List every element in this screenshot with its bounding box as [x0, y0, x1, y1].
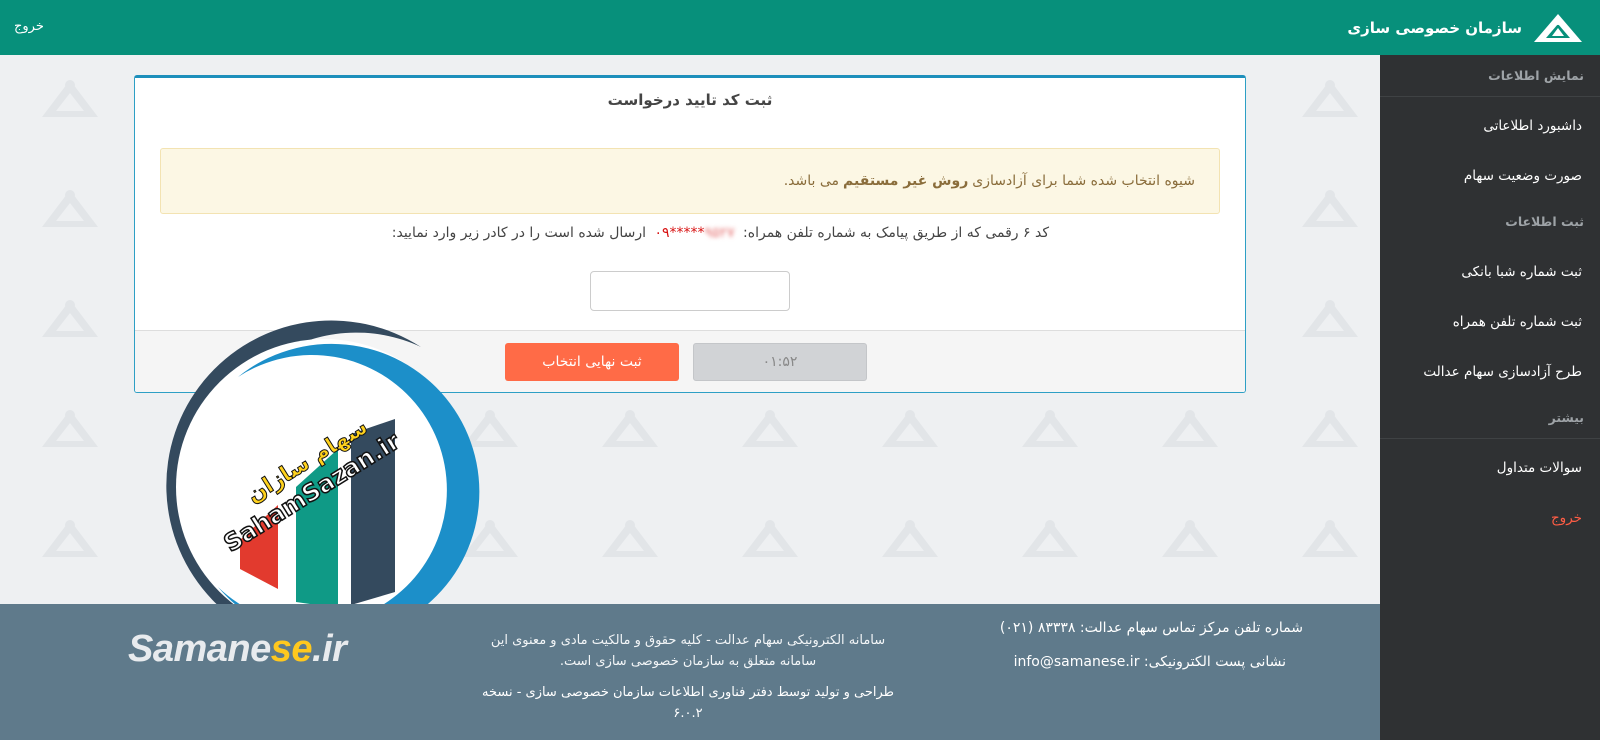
sms-instruction: کد ۶ رقمی که از طریق پیامک به شماره تلفن… — [392, 225, 1049, 241]
samanese-logo: Samanese.ir — [128, 628, 347, 670]
sidebar-item-sheba[interactable]: ثبت شماره شبا بانکی — [1380, 247, 1600, 297]
sidebar-item-logout[interactable]: خروج — [1380, 493, 1600, 543]
sahamsazan-watermark-logo: سهام سازان SahamSazan.ir — [166, 320, 480, 604]
footer-contact-phone: شماره تلفن مرکز تماس سهام عدالت: ۸۳۳۳۸ (… — [999, 620, 1303, 636]
verification-code-input[interactable] — [590, 271, 790, 311]
sidebar-item-portfolio[interactable]: صورت وضعیت سهام — [1380, 151, 1600, 201]
top-header: سازمان خصوصی سازی خروج — [0, 0, 1600, 55]
sidebar-item-phone[interactable]: ثبت شماره تلفن همراه — [1380, 297, 1600, 347]
masked-phone: ۰۹*****۹۵۲۷ — [654, 225, 734, 241]
footer-contact-email[interactable]: نشانی پست الکترونیکی: info@samanese.ir — [1014, 654, 1286, 670]
header-logout-link[interactable]: خروج — [14, 19, 44, 34]
sms-prefix: کد ۶ رقمی که از طریق پیامک به شماره تلفن… — [743, 225, 1049, 241]
sidebar-section-more: بیشتر — [1380, 397, 1600, 439]
brand[interactable]: سازمان خصوصی سازی — [1347, 12, 1584, 44]
sidebar-section-register: ثبت اطلاعات — [1505, 214, 1584, 229]
alert-suffix: می باشد. — [783, 173, 840, 189]
panel-title: ثبت کد تایید درخواست — [607, 91, 773, 109]
alert-method: روش غیر مستقیم — [843, 173, 969, 189]
brand-name: سازمان خصوصی سازی — [1347, 19, 1522, 37]
sidebar-item-dashboard[interactable]: داشبورد اطلاعاتی — [1380, 101, 1600, 151]
sms-suffix: ارسال شده است را در کادر زیر وارد نمایید… — [391, 225, 647, 241]
sidebar-item-release-plan[interactable]: طرح آزادسازی سهام عدالت — [1380, 347, 1600, 397]
phone-start: ۰۹***** — [654, 225, 705, 241]
sidebar-item-faq[interactable]: سوالات متداول — [1380, 443, 1600, 493]
footer-copyright: سامانه الکترونیکی سهام عدالت - کلیه حقوق… — [490, 633, 886, 669]
method-alert: شیوه انتخاب شده شما برای آزادسازی روش غی… — [160, 148, 1220, 214]
footer-credit: طراحی و تولید توسط دفتر فناوری اطلاعات س… — [481, 685, 895, 721]
alert-prefix: شیوه انتخاب شده شما برای آزادسازی — [972, 173, 1195, 189]
site-footer: Samanese.ir سامانه الکترونیکی سهام عدالت… — [0, 604, 1380, 740]
sidebar-section-view: نمایش اطلاعات — [1380, 55, 1600, 97]
main-content: ثبت کد تایید درخواست شیوه انتخاب شده شما… — [0, 55, 1380, 604]
countdown-timer-button: ۰۱:۵۲ — [693, 343, 867, 381]
privatization-org-logo-icon — [1534, 14, 1582, 42]
phone-blurred: ۹۵۲۷ — [704, 225, 735, 241]
sidebar: نمایش اطلاعات داشبورد اطلاعاتی صورت وضعی… — [1380, 55, 1600, 740]
final-submit-button[interactable]: ثبت نهایی انتخاب — [505, 343, 679, 381]
